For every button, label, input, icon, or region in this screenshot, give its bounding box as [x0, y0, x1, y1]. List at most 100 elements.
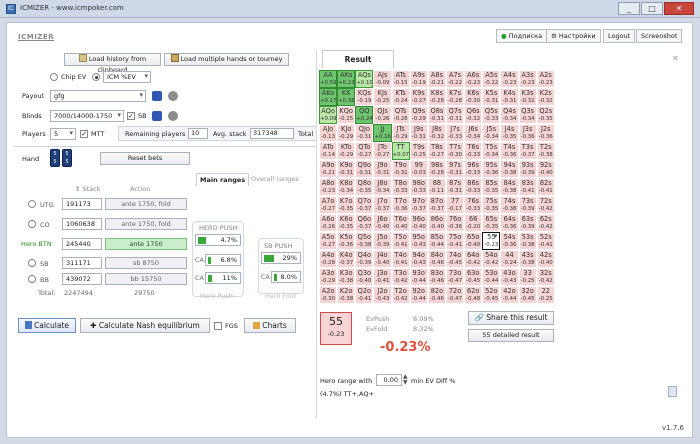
hand-cell[interactable]: 85s -0.35 [482, 178, 501, 196]
hand-cell[interactable]: 83o -0.46 [427, 268, 446, 286]
seat-radio-utg[interactable] [28, 200, 36, 208]
players-select[interactable]: 5 [50, 128, 76, 140]
hand-cell[interactable]: T2o -0.42 [391, 286, 410, 304]
hand-cell[interactable]: 42s -0.40 [536, 250, 555, 268]
hand-cell[interactable]: J7o -0.37 [373, 196, 392, 214]
hand-card-2-icon[interactable]: 55 [62, 149, 72, 167]
hand-cell[interactable]: 52o -0.45 [482, 286, 501, 304]
hand-cell[interactable]: 77 -0.17 [445, 196, 465, 214]
hand-cell[interactable]: 62s -0.42 [536, 214, 555, 232]
hand-cell[interactable]: 87s -0.31 [445, 178, 465, 196]
hand-cell[interactable]: 85o -0.44 [427, 232, 446, 250]
hand-cell[interactable]: J6o -0.40 [373, 214, 392, 232]
tab-main-ranges[interactable]: Main ranges [196, 173, 250, 186]
hand-cell[interactable]: 95o -0.43 [409, 232, 428, 250]
hand-cell[interactable]: Q3s -0.34 [518, 106, 537, 124]
hand-cell[interactable]: K9o -0.31 [337, 160, 356, 178]
hand-cell[interactable]: A3s -0.23 [518, 70, 537, 88]
calculate-nash-button[interactable]: ✚ Calculate Nash equilibrium [80, 318, 210, 333]
hand-cell[interactable]: A7s -0.22 [445, 70, 465, 88]
sb-push-range[interactable]: 29% [261, 252, 301, 264]
hero-ca-sb-range[interactable]: 6.8% [205, 254, 241, 266]
hand-cell[interactable]: 72o -0.47 [445, 286, 465, 304]
hand-cell[interactable]: AKo +0.17 [319, 88, 338, 106]
hand-cell[interactable]: KQs -0.19 [355, 88, 374, 106]
hand-cell[interactable]: 55 -0.23 [482, 232, 501, 250]
hand-cell[interactable]: 65o -0.40 [464, 232, 483, 250]
blinds-select[interactable]: 7000/14000-1750 [50, 110, 124, 122]
save-blinds-icon[interactable] [152, 111, 162, 121]
hand-cell[interactable]: Q2o -0.41 [355, 286, 374, 304]
tab-result[interactable]: Result [322, 50, 394, 68]
hand-cell[interactable]: Q2s -0.35 [536, 106, 555, 124]
hand-cell[interactable]: 33 -0.25 [518, 268, 537, 286]
hand-cell[interactable]: K8s -0.28 [427, 88, 446, 106]
seat-radio-bb[interactable] [28, 275, 36, 283]
hand-cell[interactable]: J5s -0.34 [482, 124, 501, 142]
hero-ca-bb-range[interactable]: 11% [205, 272, 241, 284]
hand-cell[interactable]: A4o -0.28 [319, 250, 338, 268]
hand-cell[interactable]: A2s -0.23 [536, 70, 555, 88]
hand-cell[interactable]: 62o -0.48 [464, 286, 483, 304]
hand-cell[interactable]: 99 -0.03 [409, 160, 428, 178]
hand-cell[interactable]: 88 -0.11 [427, 178, 446, 196]
hand-cell[interactable]: T2s -0.38 [536, 142, 555, 160]
hand-cell[interactable]: 72s -0.42 [536, 196, 555, 214]
hand-cell[interactable]: J9o -0.31 [373, 160, 392, 178]
hand-cell[interactable]: A9o -0.21 [319, 160, 338, 178]
hand-cell[interactable]: QJs -0.26 [373, 106, 392, 124]
hand-cell[interactable]: K8o -0.34 [337, 178, 356, 196]
hand-cell[interactable]: 97s -0.31 [445, 160, 465, 178]
hand-cell[interactable]: J6s -0.34 [464, 124, 483, 142]
subscribe-button[interactable]: ● Подписка [496, 29, 548, 43]
hand-cell[interactable]: K2s -0.32 [536, 88, 555, 106]
hand-cell[interactable]: AKs +0.23 [337, 70, 356, 88]
min-ev-input[interactable]: 0.00 [376, 374, 402, 386]
sb-ca-range[interactable]: 8.0% [271, 271, 301, 283]
hand-cell[interactable]: 92s -0.40 [536, 160, 555, 178]
hand-cell[interactable]: T9s -0.25 [409, 142, 428, 160]
hand-cell[interactable]: 84s -0.38 [500, 178, 519, 196]
hand-cell[interactable]: Q8o -0.35 [355, 178, 374, 196]
hand-cell[interactable]: 43o -0.43 [500, 268, 519, 286]
hand-cell[interactable]: K2o -0.38 [337, 286, 356, 304]
hand-cell[interactable]: 32o -0.45 [518, 286, 537, 304]
hand-cell[interactable]: J7s -0.33 [445, 124, 465, 142]
hand-cell[interactable]: Q8s -0.31 [427, 106, 446, 124]
calculate-button[interactable]: Calculate [18, 318, 76, 333]
hand-cell[interactable]: Q5o -0.38 [355, 232, 374, 250]
chip-ev-radio[interactable] [50, 73, 58, 81]
hand-cell[interactable]: A6s -0.23 [464, 70, 483, 88]
seat-radio-sb[interactable] [28, 259, 36, 267]
hand-cell[interactable]: J5o -0.39 [373, 232, 392, 250]
hand-cell[interactable]: 65s -0.35 [482, 214, 501, 232]
hand-cell[interactable]: K4o -0.37 [337, 250, 356, 268]
hand-cell[interactable]: KTs -0.24 [391, 88, 410, 106]
hand-cell[interactable]: K7o -0.35 [337, 196, 356, 214]
hand-cell[interactable]: 22 -0.25 [536, 286, 555, 304]
hand-cell[interactable]: 32s -0.42 [536, 268, 555, 286]
app-logo[interactable]: ICMIZER [18, 33, 54, 41]
hand-cell[interactable]: 63s -0.39 [518, 214, 537, 232]
hand-cell[interactable]: J2s -0.36 [536, 124, 555, 142]
hand-cell[interactable]: 54o -0.42 [482, 250, 501, 268]
hand-cell[interactable]: A9s -0.19 [409, 70, 428, 88]
hand-cell[interactable]: T5o -0.41 [391, 232, 410, 250]
hand-cell[interactable]: T7s -0.30 [445, 142, 465, 160]
hand-cell[interactable]: T4o -0.41 [391, 250, 410, 268]
seat-stack-hero[interactable]: 245440 [62, 238, 102, 250]
seat-stack-utg[interactable]: 191173 [62, 198, 102, 210]
hand-cell[interactable]: A8s -0.21 [427, 70, 446, 88]
hand-cell[interactable]: 86o -0.40 [427, 214, 446, 232]
hand-cell[interactable]: J2o -0.43 [373, 286, 392, 304]
hand-cell[interactable]: 82s -0.41 [536, 178, 555, 196]
hand-cell[interactable]: ATs -0.15 [391, 70, 410, 88]
hand-cell[interactable]: Q7o -0.37 [355, 196, 374, 214]
charts-button[interactable]: Charts [244, 318, 296, 333]
mtt-checkbox[interactable]: ✓ [80, 130, 88, 138]
hand-cell[interactable]: 73o -0.47 [445, 268, 465, 286]
hand-cell[interactable]: J8s -0.32 [427, 124, 446, 142]
hand-cell[interactable]: K3o -0.38 [337, 268, 356, 286]
maximize-button[interactable]: □ [641, 2, 663, 15]
hand-cell[interactable]: 92o -0.44 [409, 286, 428, 304]
